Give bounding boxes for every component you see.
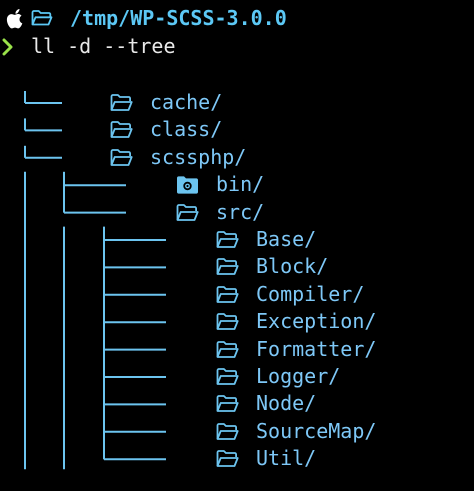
folder-open-icon	[216, 257, 239, 277]
tree-entry-util[interactable]: Util/	[216, 446, 466, 471]
tree-entry-label: cache/	[150, 90, 223, 114]
tree-entry-label: class/	[150, 117, 223, 142]
tree-entry-logger[interactable]: Logger/	[216, 364, 466, 389]
tree-entry-label: scssphp/	[150, 144, 247, 169]
tree-entry-scssphp[interactable]: scssphp/	[110, 144, 360, 170]
terminal-window[interactable]: /tmp/WP-SCSS-3.0.0 ll -d --tree cache/ c…	[0, 0, 474, 491]
tree-entry-block[interactable]: Block/	[216, 254, 466, 279]
folder-gear-icon	[176, 175, 199, 195]
tree-entry-label: Logger/	[256, 364, 341, 388]
folder-open-icon	[110, 93, 133, 113]
tree-entry-formatter[interactable]: Formatter/	[216, 336, 466, 362]
tree-entry-sourcemap[interactable]: SourceMap/	[216, 418, 466, 444]
tree-entry-cache[interactable]: cache/	[110, 90, 360, 115]
folder-open-icon	[216, 449, 239, 469]
tree-entry-class[interactable]: class/	[110, 117, 360, 142]
folder-open-icon	[216, 367, 239, 387]
tree-entry-base[interactable]: Base/	[216, 227, 466, 252]
tree-entry-compiler[interactable]: Compiler/	[216, 281, 466, 307]
tree-entry-label: bin/	[216, 172, 265, 197]
folder-open-icon	[110, 120, 133, 140]
folder-open-icon	[216, 340, 239, 360]
folder-open-icon	[216, 394, 239, 414]
folder-open-icon	[216, 422, 239, 442]
tree-entry-label: Base/	[256, 227, 317, 251]
tree-entry-label: Compiler/	[256, 281, 365, 306]
tree-entry-exception[interactable]: Exception/	[216, 309, 466, 334]
tree-entry-label: Util/	[256, 446, 317, 471]
folder-open-icon	[216, 285, 239, 305]
tree-entry-label: Node/	[256, 391, 317, 416]
tree-entry-bin[interactable]: bin/	[176, 172, 426, 197]
tree-entry-src[interactable]: src/	[176, 199, 426, 225]
folder-open-icon	[176, 203, 199, 223]
folder-open-icon	[216, 312, 239, 332]
folder-open-icon	[110, 148, 133, 168]
tree-entry-node[interactable]: Node/	[216, 391, 466, 416]
folder-open-icon	[216, 230, 239, 250]
tree-entry-label: Exception/	[256, 309, 377, 334]
tree-entry-label: Block/	[256, 254, 329, 279]
tree-entry-label: SourceMap/	[256, 418, 377, 443]
tree-entry-label: Formatter/	[256, 336, 377, 361]
tree-entry-label: src/	[216, 199, 265, 224]
